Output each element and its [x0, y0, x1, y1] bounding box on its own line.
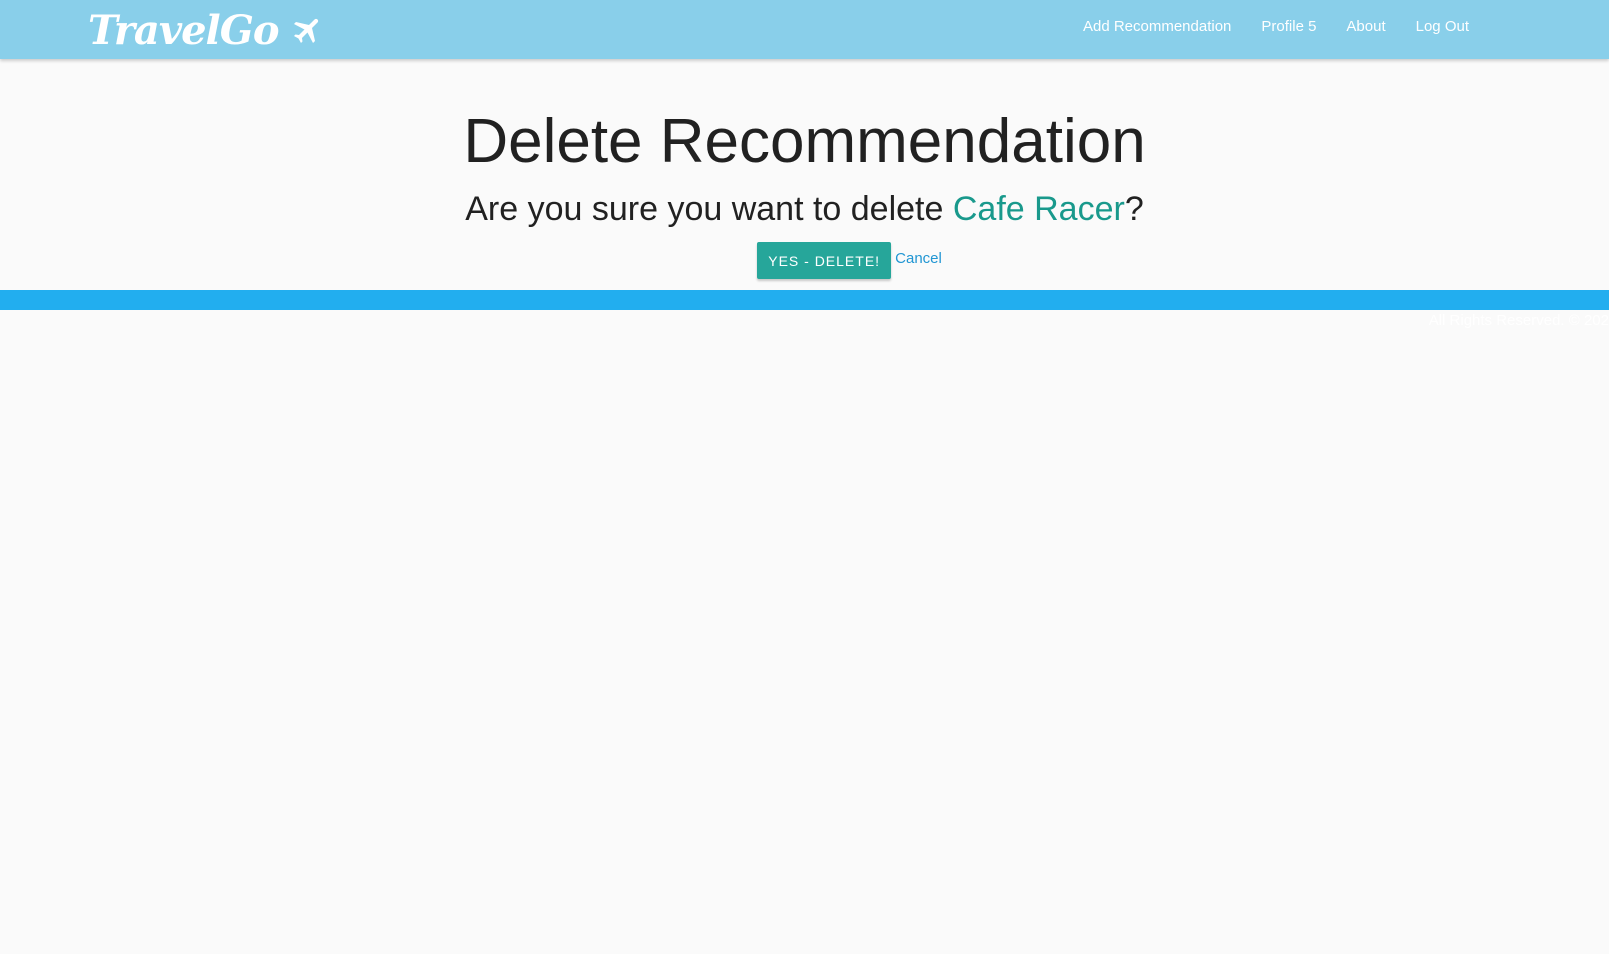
confirm-prefix: Are you sure you want to delete — [465, 190, 953, 228]
page-title: Delete Recommendation — [463, 107, 1146, 176]
confirm-delete-button[interactable]: Yes - Delete! — [757, 242, 892, 279]
nav-profile[interactable]: Profile 5 — [1261, 18, 1316, 35]
footer-copyright: All Rights Reserved. © 202 — [1428, 312, 1609, 329]
nav-menu: Add Recommendation Profile 5 About Log O… — [1053, 0, 1469, 53]
footer-bar — [0, 290, 1609, 310]
cancel-link[interactable]: Cancel — [895, 250, 942, 267]
brand-name: TravelGo — [88, 6, 280, 54]
confirm-message: Are you sure you want to delete Cafe Rac… — [0, 188, 1609, 230]
airplane-icon — [291, 13, 325, 47]
confirm-actions: Yes - Delete! Cancel — [0, 242, 1609, 279]
nav-about[interactable]: About — [1346, 18, 1385, 35]
nav-log-out[interactable]: Log Out — [1416, 18, 1469, 35]
brand-logo-link[interactable]: TravelGo — [88, 2, 325, 58]
top-navbar: TravelGo Add Recommendation Profile 5 Ab… — [0, 0, 1609, 59]
main-content: Delete Recommendation Are you sure you w… — [0, 59, 1609, 279]
confirm-suffix: ? — [1124, 190, 1144, 228]
recommendation-name: Cafe Racer — [952, 190, 1125, 228]
nav-add-recommendation[interactable]: Add Recommendation — [1083, 18, 1231, 35]
